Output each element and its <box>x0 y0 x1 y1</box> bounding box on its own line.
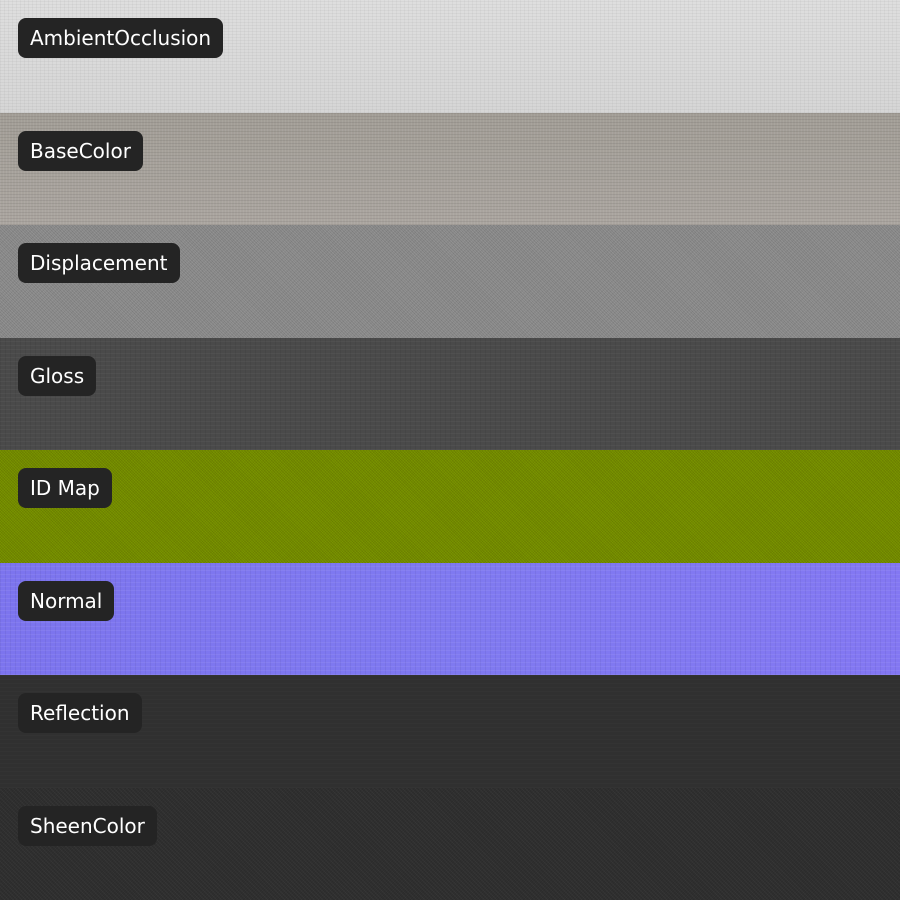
normal-label: Normal <box>18 580 115 621</box>
gloss-label: Gloss <box>18 355 97 396</box>
id-map-strip: ID Map <box>0 450 900 563</box>
id-map-texture <box>0 450 900 563</box>
normal-texture <box>0 562 900 675</box>
displacement-label: Displacement <box>18 243 180 283</box>
sheen-color-strip: SheenColor <box>0 787 900 900</box>
displacement-strip: Displacement <box>0 225 900 338</box>
gloss-texture <box>0 337 900 450</box>
normal-strip: Normal <box>0 562 900 675</box>
base-color-label: BaseColor <box>18 130 143 171</box>
gloss-strip: Gloss <box>0 337 900 450</box>
sheen-color-label: SheenColor <box>18 805 157 846</box>
ambient-occlusion-label: AmbientOcclusion <box>18 18 224 58</box>
texture-maps-panel: AmbientOcclusion BaseColor Displacement … <box>0 0 900 900</box>
base-color-strip: BaseColor <box>0 112 900 225</box>
ambient-occlusion-strip: AmbientOcclusion <box>0 0 900 113</box>
reflection-label: Reflection <box>18 693 142 733</box>
reflection-strip: Reflection <box>0 675 900 788</box>
id-map-label: ID Map <box>18 468 112 508</box>
